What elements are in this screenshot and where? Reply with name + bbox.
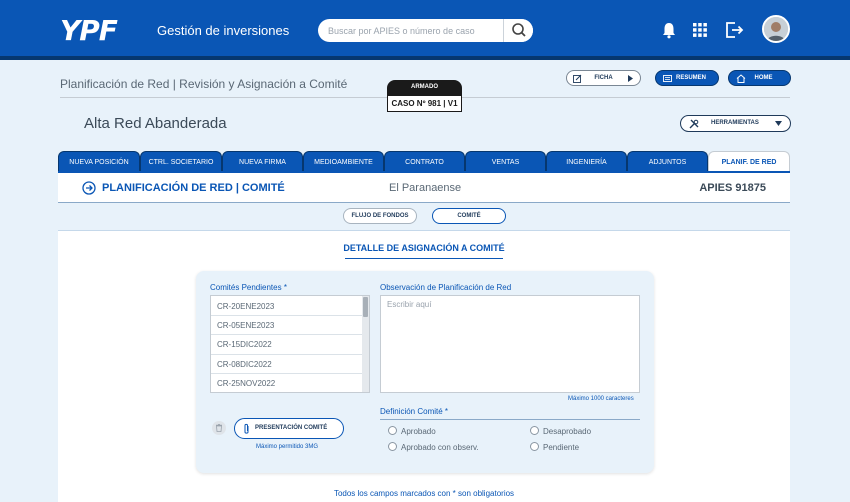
detail-title: DETALLE DE ASIGNACIÓN A COMITÉ [343,243,505,253]
tab-adjuntos[interactable]: ADJUNTOS [627,151,708,172]
definition-divider [380,419,640,420]
definition-label: Definición Comité * [380,407,449,416]
chevron-down-icon [775,121,782,126]
tools-label: HERRAMIENTAS [711,120,759,126]
max-chars-note: Máximo 1000 caracteres [568,396,634,402]
subtabs-bar: FLUJO DE FONDOS COMITÉ [58,203,790,231]
pending-committees-list[interactable]: CR-20ENE2023 CR-05ENE2023 CR-15DIC2022 C… [210,295,370,393]
tab-ctrl-societario[interactable]: CTRL. SOCIETARIO [140,151,222,172]
required-fields-note: Todos los campos marcados con * son obli… [333,489,515,498]
tab-medioambiente[interactable]: MEDIOAMBIENTE [303,151,384,172]
list-divider [211,354,363,355]
caret-right-icon [628,75,633,82]
tab-contrato[interactable]: CONTRATO [384,151,465,172]
breadcrumb: Planificación de Red | Revisión y Asigna… [60,77,348,91]
home-icon [736,74,746,83]
list-item[interactable]: CR-05ENE2023 [217,321,274,330]
search-button[interactable] [503,19,533,42]
user-photo-icon [764,17,788,41]
list-item[interactable]: CR-25NOV2022 [217,379,275,388]
search-box [318,19,533,42]
radio-aprobado-con-observ[interactable]: Aprobado con observ. [388,442,479,452]
station-name: El Paranaense [389,182,462,194]
radio-label: Aprobado con observ. [401,443,479,452]
presentation-label: PRESENTACIÓN COMITÉ [255,425,328,431]
top-bar: YPF Gestión de inversiones [0,0,850,60]
arrow-circle-right-icon [82,181,96,195]
radio-label: Pendiente [543,443,580,452]
radio-circle [530,426,539,435]
list-scrollbar[interactable] [362,296,369,392]
summary-icon [663,75,672,82]
radio-circle [530,442,539,451]
list-divider [211,315,363,316]
radio-desaprobado[interactable]: Desaprobado [530,426,591,436]
radio-aprobado[interactable]: Aprobado [388,426,436,436]
apies-number: APIES 91875 [699,182,766,194]
tab-planif-de-red[interactable]: PLANIF. DE RED [708,151,790,172]
list-item[interactable]: CR-08DIC2022 [217,360,272,369]
resumen-button[interactable]: RESUMEN [655,70,719,86]
app-title: Gestión de inversiones [157,23,290,38]
tools-dropdown[interactable]: HERRAMIENTAS [680,115,791,132]
edit-icon [573,74,582,83]
tools-icon [689,119,699,129]
logout-icon[interactable] [723,19,745,41]
observation-textarea[interactable] [380,295,640,393]
section-title: PLANIFICACIÓN DE RED | COMITÉ [102,182,285,194]
section-header: PLANIFICACIÓN DE RED | COMITÉ El Paranae… [58,173,790,203]
detail-title-underline [345,258,503,259]
observation-label: Observación de Planificación de Red [380,283,512,292]
radio-circle [388,442,397,451]
tab-ingenieria[interactable]: INGENIERÍA [546,151,627,172]
search-icon [512,23,526,37]
main-content: PLANIFICACIÓN DE RED | COMITÉ El Paranae… [58,173,790,502]
list-divider [211,334,363,335]
max-size-note: Máximo permitido 3MG [256,444,319,450]
page-title: Alta Red Abanderada [84,115,227,132]
radio-label: Desaprobado [543,427,592,436]
home-button[interactable]: HOME [728,70,791,86]
avatar[interactable] [762,15,790,43]
apps-grid-icon[interactable] [689,19,711,41]
bell-icon[interactable] [658,19,680,41]
tab-nueva-posicion[interactable]: NUEVA POSICIÓN [58,151,140,172]
tab-nueva-firma[interactable]: NUEVA FIRMA [222,151,303,172]
ypf-logo[interactable]: YPF [60,14,118,47]
list-item[interactable]: CR-20ENE2023 [217,302,274,311]
list-scrollbar-thumb[interactable] [363,297,368,317]
search-input[interactable] [328,23,503,38]
presentation-upload-button[interactable]: PRESENTACIÓN COMITÉ [234,418,344,439]
list-divider [211,373,363,374]
subtab-comite[interactable]: COMITÉ [432,208,506,224]
delete-attachment-button[interactable] [212,421,226,435]
case-number-badge: CASO Nº 981 | V1 [387,95,462,112]
resumen-label: RESUMEN [675,75,706,81]
ficha-label: FICHA [594,75,613,81]
pending-committees-label: Comités Pendientes * [210,283,287,292]
home-label: HOME [754,75,773,81]
ficha-button[interactable]: FICHA [566,70,641,86]
subtab-flujo-de-fondos[interactable]: FLUJO DE FONDOS [343,208,417,224]
status-tab: ARMADO [387,80,462,95]
radio-label: Aprobado [401,427,436,436]
form-panel: Comités Pendientes * CR-20ENE2023 CR-05E… [196,271,654,473]
trash-icon [216,424,222,432]
tab-ventas[interactable]: VENTAS [465,151,546,172]
radio-circle [388,426,397,435]
radio-pendiente[interactable]: Pendiente [530,442,579,452]
paperclip-icon [244,423,249,434]
list-item[interactable]: CR-15DIC2022 [217,340,272,349]
